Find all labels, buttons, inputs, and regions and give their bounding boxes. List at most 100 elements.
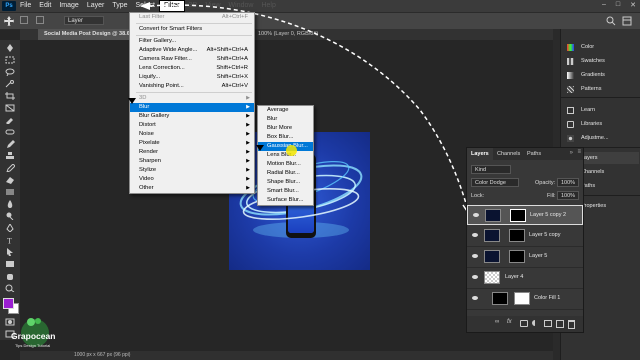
options-toggle-icon[interactable] [20,16,28,24]
menu-file[interactable]: File [16,0,35,12]
minimize-icon[interactable]: – [602,1,606,9]
layer-name[interactable]: Color Fill 1 [534,295,560,301]
dodge-icon[interactable] [5,212,15,220]
blur-blur-more[interactable]: Blur More [258,124,313,133]
menu-3d[interactable]: 3D [185,0,202,12]
type-icon[interactable]: T [5,236,15,245]
layer-row[interactable]: Layer 5 copy [467,226,583,247]
filter-blur-gallery[interactable]: Blur Gallery ▶ [130,112,254,121]
filter-pixelate[interactable]: Pixelate ▶ [130,139,254,148]
eye-icon[interactable] [472,296,478,300]
blur-tool-icon[interactable] [5,200,15,208]
quick-select-icon[interactable] [5,80,15,88]
layer-row[interactable]: Layer 5 copy 2 [467,205,583,225]
panel-learn[interactable]: Learn [567,104,639,116]
filter-noise[interactable]: Noise ▶ [130,130,254,139]
filter-last-filter[interactable]: Last Filter Alt+Ctrl+F [130,13,254,22]
zoom-icon[interactable] [5,284,15,292]
link-layers-icon[interactable]: ∞ [495,319,499,325]
filter-render[interactable]: Render ▶ [130,148,254,157]
hand-icon[interactable] [5,272,15,280]
filter-distort[interactable]: Distort ▶ [130,121,254,130]
search-icon[interactable] [606,16,616,26]
move-tool-icon[interactable] [4,16,14,26]
filter-liquify[interactable]: Liquify... Shift+Ctrl+X [130,73,254,82]
panel-patterns[interactable]: Patterns [567,83,639,95]
blur-surface-blur[interactable]: Surface Blur... [258,196,313,205]
blur-blur[interactable]: Blur [258,115,313,124]
menu-edit[interactable]: Edit [35,0,55,12]
menu-help[interactable]: Help [257,0,279,12]
filter-adaptive-wide-angle[interactable]: Adaptive Wide Angle... Alt+Shift+Ctrl+A [130,46,254,55]
new-group-icon[interactable] [544,320,552,327]
pen-icon[interactable] [5,224,15,232]
document-tab[interactable]: Social Media Post Design @ 38.6 [38,29,136,40]
foreground-color-swatch[interactable] [3,298,14,309]
menu-view[interactable]: View [202,0,225,12]
blur-motion-blur[interactable]: Motion Blur... [258,160,313,169]
tab-layers[interactable]: Layers [467,148,493,160]
adjustment-layer-icon[interactable] [532,320,538,326]
filter-video[interactable]: Video ▶ [130,175,254,184]
blend-mode-select[interactable]: Color Dodge [471,178,519,187]
filter-other[interactable]: Other ▶ [130,184,254,193]
filter-vanishing-point[interactable]: Vanishing Point... Alt+Ctrl+V [130,82,254,91]
eye-icon[interactable] [472,254,478,258]
filter-stylize[interactable]: Stylize ▶ [130,166,254,175]
new-layer-icon[interactable] [556,320,564,328]
photoshop-logo[interactable]: Ps [2,1,16,11]
panel-adjustments[interactable]: Adjustme... [567,132,639,144]
clone-stamp-icon[interactable] [5,152,15,160]
brush-icon[interactable] [5,140,15,148]
layer-row[interactable]: Layer 4 [467,268,583,289]
gradient-icon[interactable] [5,188,15,196]
filter-lens-correction[interactable]: Lens Correction... Shift+Ctrl+R [130,64,254,73]
fx-icon[interactable]: fx [507,319,512,325]
panel-libraries[interactable]: Libraries [567,118,639,130]
menu-select[interactable]: Select [132,0,159,12]
auto-select-checkbox[interactable] [36,16,44,24]
move-icon[interactable] [5,44,15,52]
blur-smart-blur[interactable]: Smart Blur... [258,187,313,196]
layer-row[interactable]: Layer 5 [467,247,583,268]
eye-icon[interactable] [472,233,478,237]
menu-layer[interactable]: Layer [83,0,109,12]
menu-window[interactable]: Window [225,0,258,12]
layer-name[interactable]: Layer 5 copy 2 [530,212,566,218]
filter-blur[interactable]: Blur ▶ [130,103,254,112]
tab-paths[interactable]: Paths [523,148,545,160]
blur-shape-blur[interactable]: Shape Blur... [258,178,313,187]
crop-icon[interactable] [5,92,15,100]
panel-collapse-icon[interactable]: » [570,150,573,156]
add-mask-icon[interactable] [520,320,528,327]
menu-filter[interactable]: Filter [158,0,185,12]
close-icon[interactable]: ✕ [630,1,636,9]
panel-menu-icon[interactable]: ≡ [577,149,581,155]
delete-icon[interactable] [568,320,575,329]
auto-select-dropdown[interactable]: Layer [64,16,104,25]
lasso-icon[interactable] [5,68,15,76]
filter-sharpen[interactable]: Sharpen ▶ [130,157,254,166]
rectangle-icon[interactable] [5,260,15,268]
layer-name[interactable]: Layer 5 copy [529,232,561,238]
blur-average[interactable]: Average [258,106,313,115]
eye-icon[interactable] [472,275,478,279]
marquee-icon[interactable] [5,56,15,64]
layer-row[interactable]: Color Fill 1 [467,289,583,310]
maximize-icon[interactable]: □ [616,1,620,9]
workspace-icon[interactable] [622,16,632,26]
panel-color[interactable]: Color [567,41,639,53]
eye-icon[interactable] [473,213,479,217]
eyedropper-icon[interactable] [5,116,15,124]
panel-swatches[interactable]: Swatches [567,55,639,67]
blur-radial-blur[interactable]: Radial Blur... [258,169,313,178]
filter-camera-raw[interactable]: Camera Raw Filter... Shift+Ctrl+A [130,55,254,64]
fill-input[interactable]: 100% [557,191,579,200]
eraser-icon[interactable] [5,176,15,184]
history-brush-icon[interactable] [5,164,15,172]
filter-3d[interactable]: 3D ▶ [130,94,254,103]
panel-gradients[interactable]: Gradients [567,69,639,81]
layer-filter-kind[interactable]: Kind [471,165,511,174]
healing-brush-icon[interactable] [5,128,15,136]
filter-gallery[interactable]: Filter Gallery... [130,37,254,46]
